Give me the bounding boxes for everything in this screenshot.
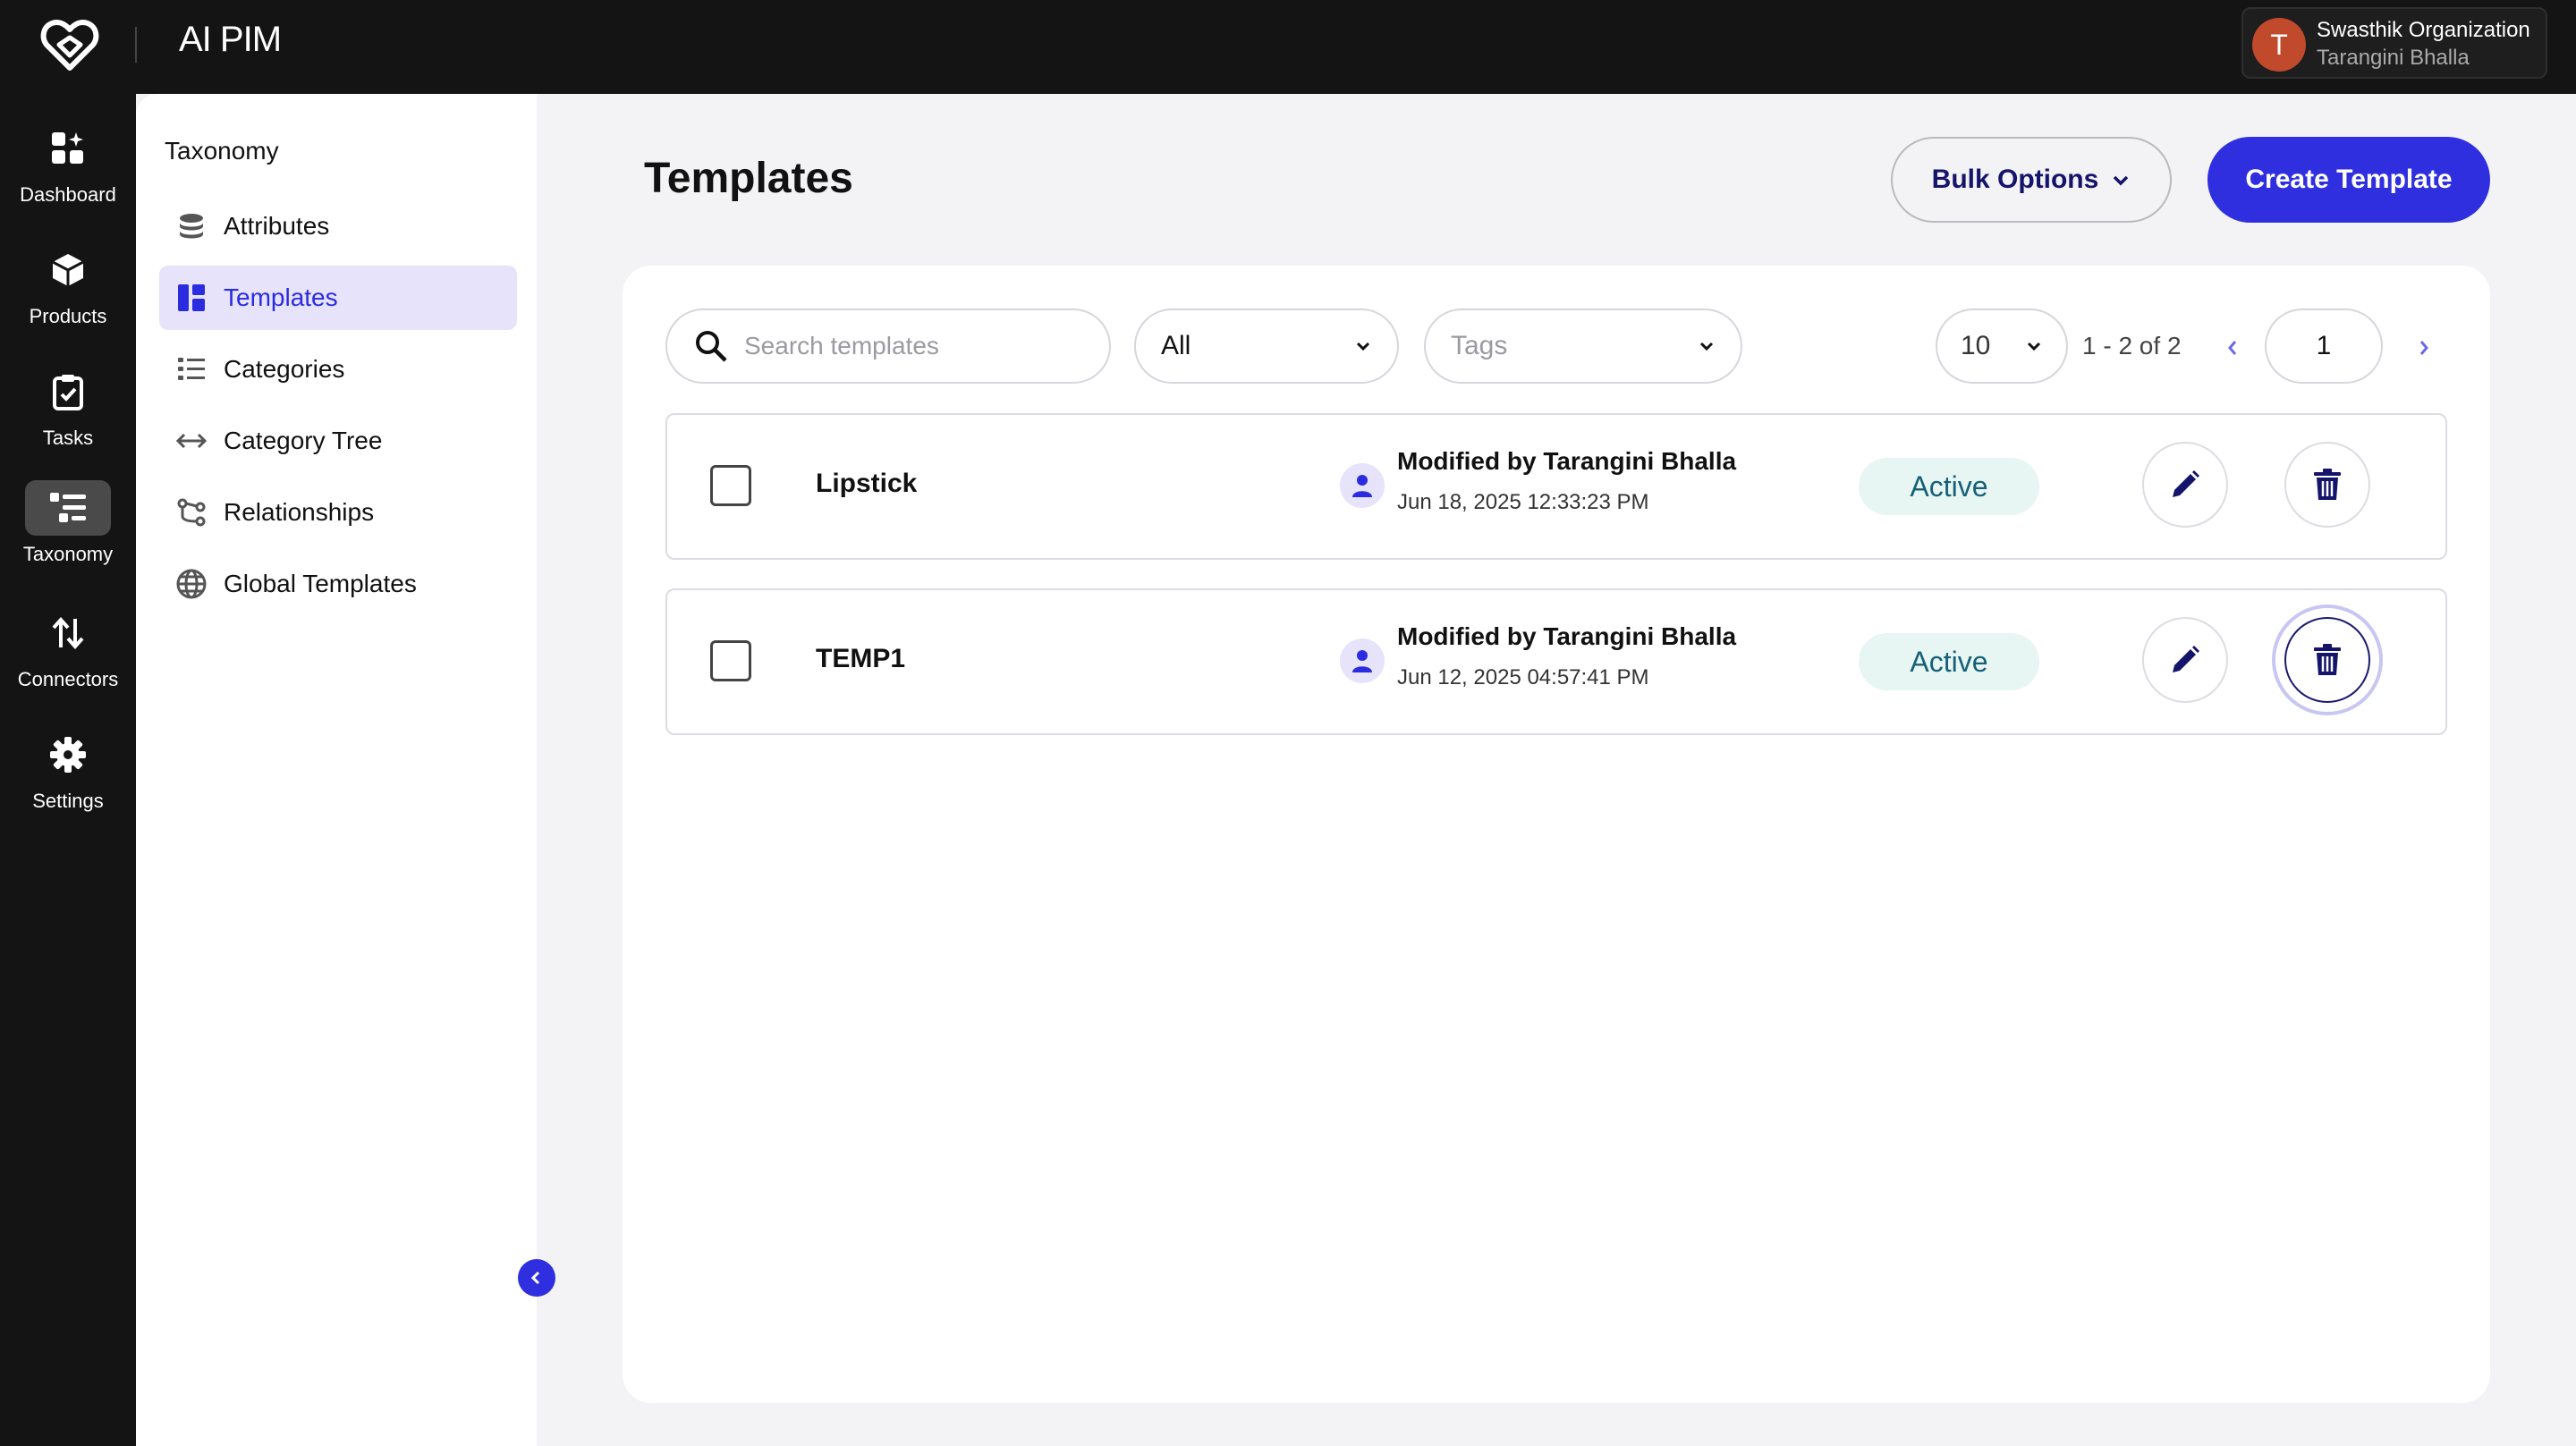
bulk-options-button[interactable]: Bulk Options (1891, 137, 2172, 223)
tags-filter-select[interactable]: Tags (1424, 309, 1742, 384)
nav-dashboard[interactable]: Dashboard (0, 121, 136, 228)
search-input[interactable] (744, 332, 1084, 360)
logo-separator (135, 27, 137, 63)
pagination-range: 1 - 2 of 2 (2082, 332, 2182, 359)
trash-icon (2314, 469, 2341, 500)
sidebar-item-categories[interactable]: Categories (159, 337, 517, 402)
search-icon (696, 331, 727, 362)
taxonomy-sidebar: Taxonomy Attributes Templates Categories… (136, 94, 555, 1446)
table-row: TEMP1 Modified by Tarangini Bhalla Jun 1… (665, 588, 2447, 735)
nav-settings[interactable]: Settings (0, 727, 136, 834)
box-icon (25, 242, 111, 298)
collapse-sidebar-button[interactable] (518, 1259, 555, 1297)
sidebar-item-attributes[interactable]: Attributes (159, 194, 517, 258)
org-name: Swasthik Organization (2317, 18, 2530, 42)
logo-icon[interactable] (39, 16, 100, 73)
org-switcher[interactable]: T Swasthik Organization Tarangini Bhalla (2241, 7, 2547, 79)
gear-icon (25, 727, 111, 782)
nav-products[interactable]: Products (0, 242, 136, 350)
top-bar: AI PIM T Swasthik Organization Tarangini… (0, 0, 2576, 94)
arrows-horizontal-icon (175, 425, 208, 457)
page-size-select[interactable]: 10 (1936, 309, 2068, 384)
trash-icon (2314, 644, 2341, 675)
sidebar-title: Taxonomy (165, 137, 279, 165)
row-checkbox[interactable] (710, 640, 751, 681)
next-page-button[interactable] (2406, 330, 2442, 366)
avatar: T (2252, 18, 2306, 72)
status-badge: Active (1859, 458, 2039, 515)
row-checkbox[interactable] (710, 465, 751, 506)
sidebar-item-relationships[interactable]: Relationships (159, 480, 517, 545)
sidebar-item-templates[interactable]: Templates (159, 266, 517, 330)
user-icon (1340, 463, 1385, 508)
chevron-down-icon (2027, 342, 2041, 351)
page-number-input[interactable]: 1 (2265, 309, 2383, 384)
chevron-left-icon (530, 1271, 540, 1285)
nav-connectors[interactable]: Connectors (0, 605, 136, 713)
chevron-down-icon (1699, 342, 1714, 351)
modified-date: Jun 18, 2025 12:33:23 PM (1397, 490, 1649, 514)
page-title: Templates (644, 155, 853, 202)
sidebar-item-category-tree[interactable]: Category Tree (159, 409, 517, 473)
brand-name: AI PIM (179, 20, 282, 59)
modified-by: Modified by Tarangini Bhalla (1397, 622, 1737, 650)
edit-button[interactable] (2142, 442, 2228, 528)
chevron-left-icon (2228, 341, 2237, 355)
template-icon (175, 282, 208, 314)
chevron-down-icon (1356, 342, 1370, 351)
status-badge: Active (1859, 633, 2039, 690)
template-name[interactable]: Lipstick (816, 469, 917, 499)
globe-icon (175, 568, 208, 600)
user-name: Tarangini Bhalla (2317, 46, 2470, 70)
dashboard-icon (25, 121, 111, 176)
pencil-icon (2173, 646, 2199, 672)
modified-date: Jun 12, 2025 04:57:41 PM (1397, 665, 1649, 689)
edit-button[interactable] (2142, 617, 2228, 703)
taxonomy-icon (25, 480, 111, 536)
delete-button[interactable] (2284, 617, 2370, 703)
nav-tasks[interactable]: Tasks (0, 364, 136, 471)
list-icon (175, 353, 208, 385)
primary-nav: Dashboard Products Tasks Taxonomy Connec… (0, 94, 136, 1446)
relationship-icon (175, 496, 208, 529)
sidebar-item-global-templates[interactable]: Global Templates (159, 552, 517, 616)
chevron-down-icon (2114, 175, 2129, 186)
pencil-icon (2173, 470, 2199, 497)
user-icon (1340, 638, 1385, 683)
nav-taxonomy[interactable]: Taxonomy (0, 480, 136, 588)
clipboard-icon (25, 364, 111, 419)
prev-page-button[interactable] (2215, 330, 2250, 366)
delete-button[interactable] (2284, 442, 2370, 528)
template-name[interactable]: TEMP1 (816, 644, 905, 674)
database-icon (175, 210, 208, 242)
create-template-button[interactable]: Create Template (2207, 137, 2490, 223)
arrows-updown-icon (25, 605, 111, 661)
chevron-right-icon (2419, 341, 2428, 355)
table-row: Lipstick Modified by Tarangini Bhalla Ju… (665, 413, 2447, 560)
search-box[interactable] (665, 309, 1111, 384)
status-filter-select[interactable]: All (1134, 309, 1399, 384)
templates-panel: All Tags 10 1 - 2 of 2 1 Lipstick Modifi… (623, 266, 2490, 1403)
modified-by: Modified by Tarangini Bhalla (1397, 447, 1737, 475)
